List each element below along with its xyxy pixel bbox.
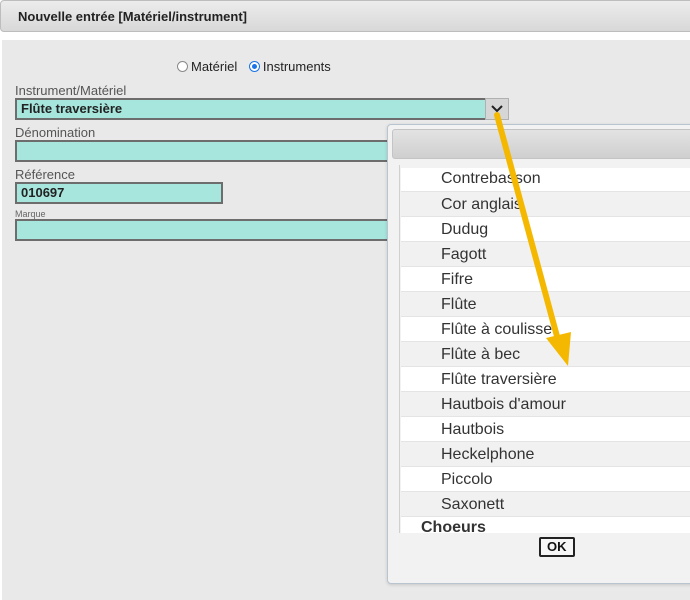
list-item[interactable]: Piccolo	[401, 467, 690, 492]
list-item[interactable]: Fifre	[401, 267, 690, 292]
list-group-header: Choeurs	[421, 519, 486, 533]
instrument-select[interactable]: Flûte traversière	[15, 98, 487, 120]
list-item[interactable]: Heckelphone	[401, 442, 690, 467]
chevron-down-icon	[491, 105, 503, 113]
list-item[interactable]: Flûte	[401, 292, 690, 317]
radio-instruments-label: Instruments	[262, 59, 331, 74]
list-item[interactable]: Fagott	[401, 242, 690, 267]
radio-option-instruments[interactable]: Instruments	[248, 59, 331, 74]
list-item[interactable]: Cor anglais	[401, 192, 690, 217]
radio-materiel-label: Matériel	[191, 59, 238, 74]
instrument-dropdown-button[interactable]	[485, 98, 509, 120]
list-item[interactable]: Contrebasson	[401, 168, 690, 192]
list-item[interactable]: Flûte à bec	[401, 342, 690, 367]
list-item[interactable]: Flûte à coulisse	[401, 317, 690, 342]
type-radio-group: Matériel Instruments	[177, 59, 339, 75]
radio-option-materiel[interactable]: Matériel	[177, 59, 237, 74]
list-item[interactable]: Dudug	[401, 217, 690, 242]
list-item-selected[interactable]: Flûte traversière	[401, 367, 690, 392]
list-item[interactable]: Saxonett	[401, 492, 690, 517]
ok-button[interactable]: OK	[539, 537, 575, 557]
reference-label: Référence	[15, 167, 75, 182]
instrument-label: Instrument/Matériel	[15, 83, 127, 98]
radio-instruments[interactable]	[248, 61, 260, 72]
window-title: Nouvelle entrée [Matériel/instrument]	[18, 9, 247, 24]
list-item[interactable]: Hautbois d'amour	[401, 392, 690, 417]
picker-dialog-header	[392, 129, 690, 159]
window-titlebar: Nouvelle entrée [Matériel/instrument]	[0, 0, 690, 32]
marque-field[interactable]	[15, 219, 395, 241]
instrument-picker-dialog: Contrebasson Cor anglais Dudug Fagott Fi…	[387, 124, 690, 584]
instrument-list[interactable]: Contrebasson Cor anglais Dudug Fagott Fi…	[401, 168, 690, 533]
denomination-field[interactable]	[15, 140, 395, 162]
denomination-label: Dénomination	[15, 125, 96, 140]
list-divider	[399, 165, 400, 533]
reference-field[interactable]: 010697	[15, 182, 223, 204]
marque-label: Marque	[15, 209, 46, 219]
radio-materiel[interactable]	[177, 61, 188, 72]
list-item[interactable]: Hautbois	[401, 417, 690, 442]
